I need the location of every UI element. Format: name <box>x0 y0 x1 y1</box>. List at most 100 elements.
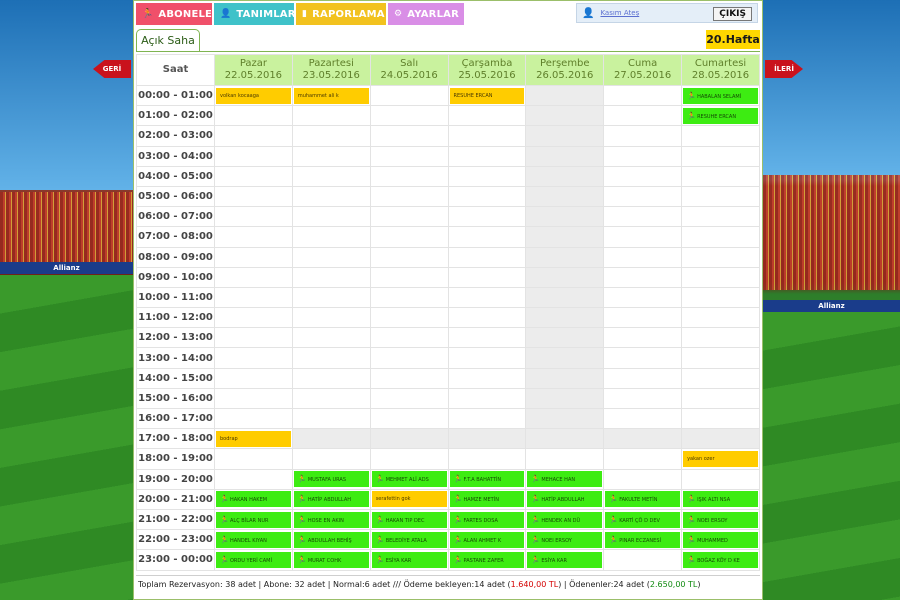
schedule-cell[interactable] <box>603 327 683 349</box>
schedule-cell[interactable] <box>603 428 683 450</box>
schedule-cell[interactable] <box>447 125 527 147</box>
subscriber-reservation[interactable]: 🏃FARTES DOSA <box>449 511 525 528</box>
schedule-cell[interactable] <box>214 407 293 430</box>
schedule-cell[interactable] <box>525 105 605 127</box>
schedule-cell[interactable] <box>214 448 293 470</box>
normal-reservation[interactable]: muhammet ali k <box>293 87 369 104</box>
schedule-cell[interactable] <box>369 145 449 167</box>
exit-button[interactable]: ÇIKIŞ <box>713 7 752 21</box>
schedule-cell[interactable] <box>603 387 683 410</box>
schedule-cell[interactable]: yakan ozer <box>681 448 760 470</box>
subscriber-reservation[interactable]: 🏃ALAN AHMET K <box>449 531 525 548</box>
user-name-link[interactable]: Kasım Ateş <box>600 9 639 17</box>
schedule-cell[interactable] <box>369 347 449 369</box>
schedule-cell[interactable]: 🏃IŞIK ALTI NSA <box>681 488 760 510</box>
schedule-cell[interactable]: 🏃MURAT COHK <box>291 549 371 571</box>
schedule-cell[interactable] <box>447 206 527 228</box>
schedule-cell[interactable] <box>447 327 527 349</box>
schedule-cell[interactable]: 🏃PINAR ECZANESİ <box>603 529 683 551</box>
schedule-cell[interactable] <box>447 266 527 288</box>
schedule-cell[interactable] <box>214 347 293 369</box>
schedule-cell[interactable] <box>214 266 293 288</box>
subscriber-reservation[interactable]: 🏃HATİP ABDULLAH <box>527 491 603 508</box>
subscriber-reservation[interactable]: 🏃HENDEK AN DÜ <box>527 511 603 528</box>
schedule-cell[interactable] <box>291 428 371 450</box>
subscriber-reservation[interactable]: 🏃HOSE EN AKIN <box>293 511 369 528</box>
subscriber-reservation[interactable]: 🏃MURAT COHK <box>293 551 369 568</box>
schedule-cell[interactable] <box>369 307 449 329</box>
schedule-cell[interactable] <box>447 347 527 369</box>
schedule-cell[interactable]: 🏃NOEI ERSOY <box>681 508 760 531</box>
schedule-cell[interactable] <box>291 286 371 309</box>
schedule-cell[interactable] <box>291 206 371 228</box>
schedule-cell[interactable] <box>447 307 527 329</box>
schedule-cell[interactable] <box>369 286 449 309</box>
schedule-cell[interactable]: 🏃ESİYA KAR <box>369 549 449 571</box>
schedule-cell[interactable]: 🏃MUSTAFA URAS <box>291 468 371 490</box>
nav-raporlama[interactable]: ▮ RAPORLAMA <box>296 3 386 25</box>
schedule-cell[interactable] <box>214 246 293 268</box>
schedule-cell[interactable]: 🏃BELEDİYE ATALA <box>369 529 449 551</box>
normal-reservation[interactable]: serafettin gok <box>371 491 447 508</box>
schedule-cell[interactable] <box>291 246 371 268</box>
schedule-cell[interactable] <box>525 165 605 187</box>
schedule-cell[interactable] <box>603 125 683 147</box>
schedule-cell[interactable]: 🏃BOĞAZ KÖY D KE <box>681 549 760 571</box>
schedule-cell[interactable]: 🏃HATİP ABDULLAH <box>291 488 371 510</box>
schedule-cell[interactable] <box>681 185 760 208</box>
schedule-cell[interactable] <box>291 145 371 167</box>
schedule-cell[interactable] <box>603 407 683 430</box>
schedule-cell[interactable] <box>369 206 449 228</box>
schedule-cell[interactable] <box>447 185 527 208</box>
schedule-cell[interactable] <box>369 165 449 187</box>
schedule-cell[interactable] <box>214 165 293 187</box>
schedule-cell[interactable] <box>369 185 449 208</box>
schedule-cell[interactable] <box>525 448 605 470</box>
schedule-cell[interactable] <box>681 387 760 410</box>
schedule-cell[interactable]: 🏃HOSE EN AKIN <box>291 508 371 531</box>
schedule-cell[interactable] <box>291 185 371 208</box>
schedule-cell[interactable]: 🏃ORDU YERİ CAMİ <box>214 549 293 571</box>
schedule-cell[interactable]: 🏃PASTANE ZAFER <box>447 549 527 571</box>
schedule-cell[interactable] <box>603 185 683 208</box>
schedule-cell[interactable] <box>525 407 605 430</box>
schedule-cell[interactable] <box>369 367 449 389</box>
schedule-cell[interactable] <box>603 266 683 288</box>
schedule-cell[interactable] <box>681 266 760 288</box>
schedule-cell[interactable] <box>369 84 449 107</box>
schedule-cell[interactable] <box>447 246 527 268</box>
schedule-cell[interactable] <box>681 428 760 450</box>
schedule-cell[interactable] <box>447 407 527 430</box>
schedule-cell[interactable] <box>369 387 449 410</box>
schedule-cell[interactable] <box>681 407 760 430</box>
schedule-cell[interactable] <box>681 206 760 228</box>
schedule-cell[interactable] <box>681 286 760 309</box>
schedule-cell[interactable] <box>291 307 371 329</box>
schedule-cell[interactable] <box>214 387 293 410</box>
schedule-cell[interactable] <box>369 327 449 349</box>
schedule-cell[interactable]: 🏃ABDULLAH BEHİŞ <box>291 529 371 551</box>
schedule-cell[interactable] <box>447 165 527 187</box>
schedule-cell[interactable] <box>525 307 605 329</box>
subscriber-reservation[interactable]: 🏃HANDEL KIYAN <box>216 531 291 548</box>
schedule-cell[interactable] <box>525 327 605 349</box>
schedule-cell[interactable]: 🏃NOEI ERSOY <box>525 529 605 551</box>
schedule-cell[interactable] <box>525 387 605 410</box>
schedule-cell[interactable] <box>447 286 527 309</box>
subscriber-reservation[interactable]: 🏃NOEI ERSOY <box>683 511 758 528</box>
schedule-cell[interactable] <box>525 145 605 167</box>
schedule-cell[interactable] <box>291 448 371 470</box>
subscriber-reservation[interactable]: 🏃KARTİ ÇÖ D DEV <box>605 511 681 528</box>
schedule-cell[interactable] <box>525 246 605 268</box>
schedule-cell[interactable] <box>214 367 293 389</box>
subscriber-reservation[interactable]: 🏃MUHAMMED <box>683 531 758 548</box>
schedule-cell[interactable] <box>447 145 527 167</box>
schedule-cell[interactable]: 🏃HAKAN TIP DEC <box>369 508 449 531</box>
schedule-cell[interactable] <box>603 145 683 167</box>
schedule-cell[interactable] <box>603 105 683 127</box>
subscriber-reservation[interactable]: 🏃HAMZE METİN <box>449 491 525 508</box>
schedule-cell[interactable]: 🏃MUHAMMED <box>681 529 760 551</box>
normal-reservation[interactable]: volkan kocaaga <box>216 87 291 104</box>
subscriber-reservation[interactable]: 🏃ORDU YERİ CAMİ <box>216 551 291 568</box>
schedule-cell[interactable] <box>447 448 527 470</box>
